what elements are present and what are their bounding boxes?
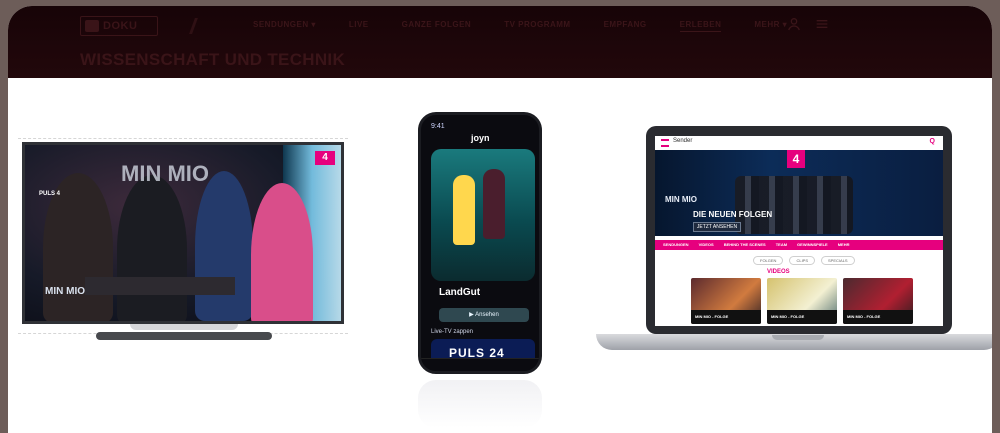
tv-device: PULS 4 MIN MIO MIN MIO 4 <box>18 138 348 340</box>
poster-figure-1 <box>453 175 475 245</box>
laptop-filter-chips: FOLGEN CLIPS SPECIALS <box>753 256 855 265</box>
menu-icon[interactable] <box>814 16 830 32</box>
header-icons <box>786 16 830 32</box>
laptop-videos-heading: VIDEOS <box>767 269 790 275</box>
laptop-hero-cta[interactable]: JETZT ANSEHEN <box>693 222 741 232</box>
laptop-menu-label: Sender <box>673 138 693 144</box>
nav-item-live[interactable]: LIVE <box>349 20 369 32</box>
phone-app-brand: joyn <box>471 133 490 143</box>
laptop-search-icon[interactable]: Q <box>930 138 935 145</box>
laptop-notch <box>772 335 824 340</box>
page-title: WISSENSCHAFT UND TECHNIK <box>80 50 346 69</box>
main-nav: SENDUNGEN ▾ LIVE GANZE FOLGEN TV PROGRAM… <box>253 20 787 32</box>
nav-item-ganze-folgen[interactable]: GANZE FOLGEN <box>402 20 472 32</box>
tv-show-logo: MIN MIO <box>121 161 209 186</box>
tv-base <box>96 332 272 340</box>
laptop-video-caption-3: MIN MIO - FOLGE <box>843 310 913 324</box>
divider-stroke <box>189 18 208 34</box>
laptop-tab-1[interactable]: SENDUNGEN <box>663 242 689 247</box>
tv-screen: PULS 4 MIN MIO MIN MIO 4 <box>22 142 344 324</box>
phone-watch-button[interactable]: ▶ Ansehen <box>439 308 529 322</box>
laptop-menu-icon[interactable] <box>661 139 669 147</box>
laptop-hero-cast <box>735 176 853 234</box>
site-logo[interactable]: DOKU <box>80 16 158 36</box>
nav-item-tv-programm[interactable]: TV PROGRAMM <box>504 20 570 32</box>
laptop-chip-1[interactable]: FOLGEN <box>753 256 784 265</box>
phone-poster[interactable] <box>431 149 535 281</box>
table <box>85 277 235 295</box>
nav-item-sendungen[interactable]: SENDUNGEN ▾ <box>253 20 316 32</box>
laptop-hero: 4 MIN MIO DIE NEUEN FOLGEN JETZT ANSEHEN <box>655 150 943 236</box>
phone-poster-title: LandGut <box>439 287 481 298</box>
laptop-screen: Sender Q 4 MIN MIO DIE NEUEN FOLGEN JETZ… <box>655 136 943 326</box>
laptop-tab-3[interactable]: BEHIND THE SCENES <box>724 242 766 247</box>
phone-live-label: Live-TV zappen <box>431 329 474 335</box>
laptop-tab-4[interactable]: TEAM <box>776 242 787 247</box>
laptop-tab-2[interactable]: VIDEOS <box>699 242 714 247</box>
devices-hero: PULS 4 MIN MIO MIN MIO 4 9:41 joyn LandG… <box>8 78 992 433</box>
person-2 <box>117 175 187 321</box>
phone-reflection <box>418 380 542 428</box>
laptop-tab-6[interactable]: MEHR <box>838 242 850 247</box>
tv-show-logo-small: MIN MIO <box>45 286 85 297</box>
phone-device: 9:41 joyn LandGut ▶ Ansehen Live-TV zapp… <box>418 112 542 374</box>
laptop-video-card-1[interactable]: MIN MIO - FOLGE <box>691 278 761 324</box>
laptop-hero-title: DIE NEUEN FOLGEN <box>693 210 773 219</box>
phone-status-time: 9:41 <box>431 123 445 130</box>
laptop-tabs: SENDUNGEN VIDEOS BEHIND THE SCENES TEAM … <box>663 242 850 247</box>
tv-channel-label: PULS 4 <box>39 191 61 197</box>
tv-stand <box>130 324 238 330</box>
nav-item-empfang[interactable]: EMPFANG <box>604 20 647 32</box>
logo-mark <box>85 20 99 32</box>
laptop-hero-show: MIN MIO <box>665 195 697 204</box>
nav-item-mehr[interactable]: MEHR ▾ <box>754 20 787 32</box>
person-3 <box>195 171 253 321</box>
laptop-tab-5[interactable]: GEWINNSPIELE <box>797 242 828 247</box>
user-icon[interactable] <box>786 16 802 32</box>
nav-item-erleben[interactable]: ERLEBEN <box>679 20 722 32</box>
tv-channel-badge: 4 <box>315 151 335 165</box>
laptop-video-card-3[interactable]: MIN MIO - FOLGE <box>843 278 913 324</box>
site-header: DOKU SENDUNGEN ▾ LIVE GANZE FOLGEN TV PR… <box>8 6 992 78</box>
phone-bottom-nav <box>421 358 539 371</box>
laptop-device: Sender Q 4 MIN MIO DIE NEUEN FOLGEN JETZ… <box>596 126 992 356</box>
laptop-video-caption-1: MIN MIO - FOLGE <box>691 310 761 324</box>
laptop-video-caption-2: MIN MIO - FOLGE <box>767 310 837 324</box>
logo-text: DOKU <box>103 20 138 32</box>
laptop-chip-3[interactable]: SPECIALS <box>821 256 855 265</box>
laptop-site-header: Sender Q <box>655 136 943 151</box>
laptop-video-card-2[interactable]: MIN MIO - FOLGE <box>767 278 837 324</box>
person-4 <box>251 183 313 321</box>
laptop-hero-badge: 4 <box>787 150 805 168</box>
browser-page: DOKU SENDUNGEN ▾ LIVE GANZE FOLGEN TV PR… <box>8 6 992 433</box>
laptop-video-cards: MIN MIO - FOLGE MIN MIO - FOLGE MIN MIO … <box>691 278 913 324</box>
laptop-chip-2[interactable]: CLIPS <box>789 256 816 265</box>
poster-figure-2 <box>483 169 505 239</box>
